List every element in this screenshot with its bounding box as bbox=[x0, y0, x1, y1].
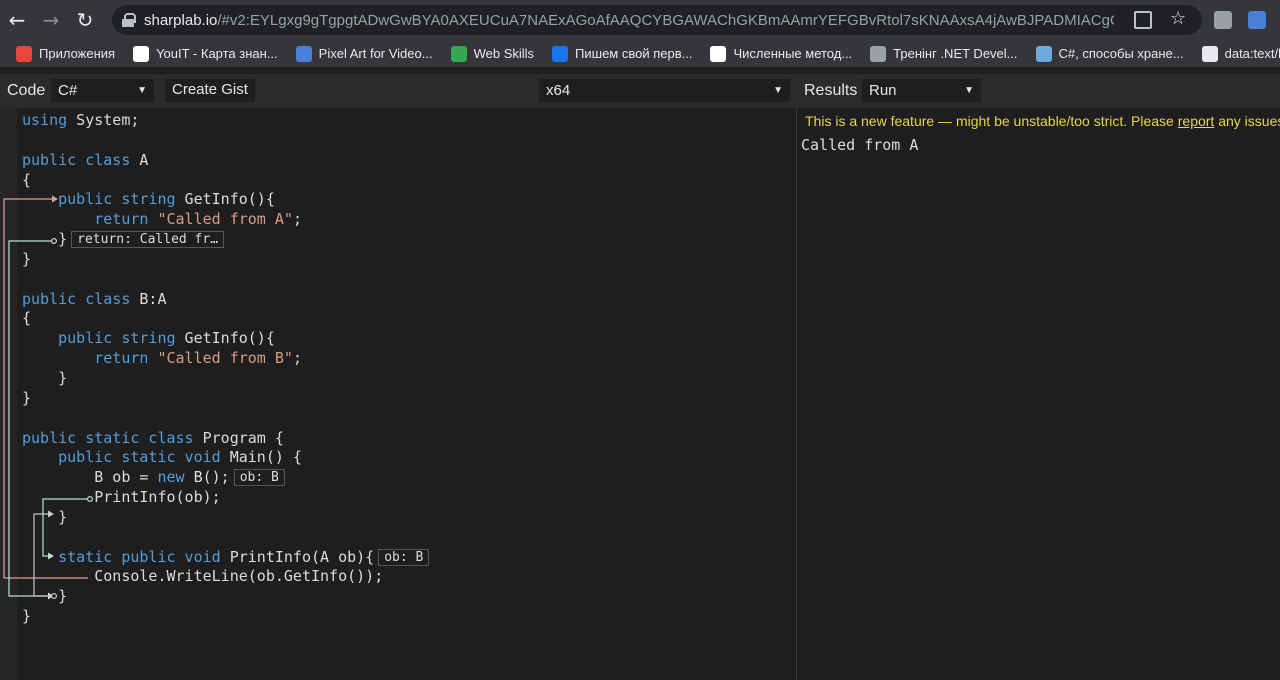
bookmark-apps[interactable]: Приложения bbox=[16, 45, 115, 62]
translate-extension-icon[interactable] bbox=[1248, 11, 1266, 29]
sharplab-toolbar: Code C# ▼ Create Gist x64 ▼ Results Run ▼ bbox=[0, 74, 1280, 108]
dropdown-arrow-icon: ▼ bbox=[964, 85, 974, 96]
translate-icon[interactable] bbox=[1134, 11, 1152, 29]
code-line: public class A bbox=[22, 150, 149, 169]
code-line: public class B:A bbox=[22, 289, 167, 308]
bookmark-youit[interactable]: YouIT - Карта знан... bbox=[133, 45, 278, 62]
url-text[interactable]: sharplab.io/#v2:EYLgxg9gTgpgtADwGwBYA0AX… bbox=[144, 12, 1114, 29]
extension-icon[interactable] bbox=[1214, 11, 1232, 29]
code-line: } bbox=[58, 507, 68, 526]
code-line: } bbox=[22, 249, 32, 268]
code-line: } bbox=[58, 587, 68, 606]
bookmark-csharp-storage[interactable]: C#, способы хране... bbox=[1035, 45, 1184, 62]
apps-icon bbox=[16, 45, 32, 62]
code-editor[interactable]: using System; public class A { public st… bbox=[0, 108, 796, 680]
results-pane: This is a new feature — might be unstabl… bbox=[797, 108, 1280, 680]
infinity-icon bbox=[295, 45, 312, 62]
code-line: } bbox=[22, 607, 32, 626]
code-line: { bbox=[22, 170, 32, 189]
results-label: Results bbox=[804, 82, 858, 99]
code-label: Code bbox=[7, 82, 46, 99]
dropdown-arrow-icon: ▼ bbox=[773, 85, 783, 96]
platform-value: x64 bbox=[546, 82, 571, 99]
code-line: return "Called from B"; bbox=[94, 349, 302, 368]
site-icon bbox=[1035, 45, 1052, 62]
code-line: Console.WriteLine(ob.GetInfo()); bbox=[94, 567, 384, 586]
code-line: public string GetInfo(){ bbox=[58, 329, 275, 348]
code-line: } return: Called fr… bbox=[22, 230, 429, 250]
code-line: using System; bbox=[22, 111, 140, 129]
address-bar[interactable]: sharplab.io/#v2:EYLgxg9gTgpgtADwGwBYA0AX… bbox=[112, 5, 1202, 35]
code-line: } bbox=[22, 388, 32, 407]
code-line: PrintInfo(ob); bbox=[94, 488, 221, 507]
code-line: public static class Program { bbox=[22, 428, 284, 447]
mode-value: Run bbox=[869, 82, 897, 99]
bookmark-first-program[interactable]: Пишем свой перв... bbox=[552, 45, 692, 62]
program-output: Called from A bbox=[801, 136, 919, 154]
code-line: return "Called from A"; bbox=[94, 210, 302, 229]
bookmark-data-text[interactable]: data:text/htm bbox=[1201, 45, 1280, 62]
lock-icon bbox=[122, 13, 136, 27]
bookmark-pixel-art[interactable]: Pixel Art for Video... bbox=[295, 45, 433, 62]
parameter-value-hint: ob: B bbox=[378, 548, 430, 566]
code-content[interactable]: using System; public class A { public st… bbox=[22, 111, 430, 627]
editor-gutter bbox=[0, 108, 17, 680]
feature-notice: This is a new feature — might be unstabl… bbox=[805, 113, 1280, 129]
code-line: static public void PrintInfo(A ob){ob: B bbox=[22, 548, 430, 568]
site-icon bbox=[710, 45, 727, 62]
code-line: } bbox=[58, 368, 68, 387]
variable-value-hint: ob: B bbox=[233, 469, 285, 487]
globe-icon bbox=[1201, 45, 1218, 62]
code-line: B ob = new B(); ob: B bbox=[22, 468, 429, 488]
code-line: public static void Main() { bbox=[58, 448, 302, 467]
language-select[interactable]: C# ▼ bbox=[51, 79, 154, 102]
create-gist-button[interactable]: Create Gist bbox=[165, 79, 255, 102]
code-line: { bbox=[22, 309, 32, 328]
report-link[interactable]: report bbox=[1178, 113, 1215, 129]
reload-icon[interactable]: ↻ bbox=[68, 3, 102, 37]
star-icon[interactable]: ☆ bbox=[1170, 8, 1188, 29]
bookmarks-bar: Приложения YouIT - Карта знан... Pixel A… bbox=[0, 40, 1280, 68]
bookmark-net-training[interactable]: Тренінг .NET Devel... bbox=[870, 45, 1018, 62]
mode-select[interactable]: Run ▼ bbox=[862, 79, 981, 102]
web-skills-icon bbox=[450, 45, 467, 62]
code-line: public string GetInfo(){ bbox=[58, 190, 275, 209]
graduation-cap-icon bbox=[870, 45, 887, 62]
back-icon[interactable]: ← bbox=[0, 3, 34, 37]
language-value: C# bbox=[58, 82, 78, 99]
youit-icon bbox=[133, 45, 150, 62]
forward-icon[interactable]: → bbox=[34, 3, 68, 37]
dropdown-arrow-icon: ▼ bbox=[137, 85, 147, 96]
return-value-hint: return: Called fr… bbox=[71, 231, 225, 249]
bookmark-numerical-methods[interactable]: Численные метод... bbox=[710, 45, 852, 62]
platform-select[interactable]: x64 ▼ bbox=[539, 79, 790, 102]
browser-toolbar: ← → ↻ sharplab.io/#v2:EYLgxg9gTgpgtADwGw… bbox=[0, 0, 1280, 40]
site-icon bbox=[552, 45, 569, 62]
bookmark-web-skills[interactable]: Web Skills bbox=[450, 45, 534, 62]
